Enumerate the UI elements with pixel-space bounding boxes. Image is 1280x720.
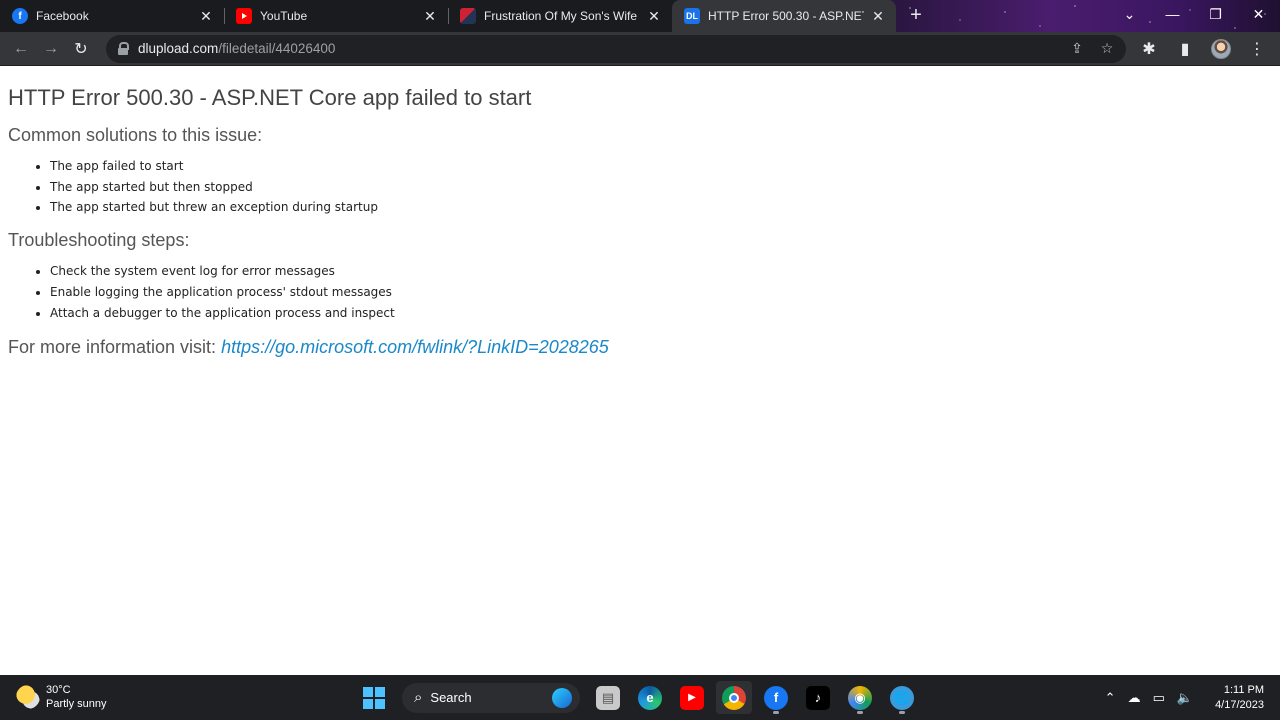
taskbar-search[interactable]: ⌕ Search <box>402 682 580 713</box>
chrome-icon <box>722 685 746 710</box>
close-icon[interactable]: ✕ <box>646 8 662 24</box>
tab-title: Facebook <box>36 9 89 23</box>
close-window-button[interactable]: ✕ <box>1237 0 1280 28</box>
tab-title: YouTube <box>260 9 308 23</box>
taskbar-apps: ⌕ Search ▤ e ▶ f ♪ ◉ 🌐 <box>356 681 920 714</box>
search-icon: ⌕ <box>414 689 423 706</box>
clock[interactable]: 1:11 PM 4/17/2023 <box>1215 683 1264 713</box>
close-icon[interactable]: ✕ <box>870 8 886 24</box>
menu-kebab-icon[interactable]: ⋮ <box>1242 34 1272 64</box>
list-item: Attach a debugger to the application pro… <box>50 303 1272 324</box>
network-icon[interactable]: ▭ <box>1153 690 1165 706</box>
common-solutions-list: The app failed to start The app started … <box>50 156 1272 218</box>
troubleshooting-list: Check the system event log for error mes… <box>50 261 1272 323</box>
weather-temp: 30°C <box>46 684 71 696</box>
url-path: /filedetail/44026400 <box>218 41 336 56</box>
youtube-app-button[interactable]: ▶ <box>674 681 710 714</box>
tiktok-icon: ♪ <box>806 685 830 710</box>
dl-icon: DL <box>684 8 700 24</box>
edge-button[interactable]: e <box>632 681 668 714</box>
edge-icon: e <box>638 685 662 710</box>
minimize-button[interactable]: — <box>1151 0 1194 28</box>
clock-time: 1:11 PM <box>1223 683 1264 696</box>
troubleshooting-heading: Troubleshooting steps: <box>8 230 190 251</box>
list-item: The app failed to start <box>50 156 1272 177</box>
windows-icon <box>363 686 385 709</box>
profile-avatar[interactable] <box>1206 34 1236 64</box>
facebook-icon: f <box>12 8 28 24</box>
list-item: The app started but then stopped <box>50 177 1272 198</box>
more-info: For more information visit: https://go.m… <box>8 337 1272 358</box>
list-item: The app started but threw an exception d… <box>50 197 1272 218</box>
tab-frustration[interactable]: Frustration Of My Son's Wife (Eng ✕ <box>448 0 672 32</box>
facebook-app-button[interactable]: f <box>758 681 794 714</box>
weather-desc: Partly sunny <box>46 698 107 710</box>
tab-title: Frustration Of My Son's Wife (Eng <box>484 9 640 23</box>
bookmark-star-icon[interactable]: ☆ <box>1096 38 1118 60</box>
tab-search-icon[interactable]: ⌄ <box>1108 0 1151 28</box>
volume-icon[interactable]: 🔈 <box>1177 690 1193 706</box>
shield-icon <box>460 8 476 24</box>
close-icon[interactable]: ✕ <box>198 8 214 24</box>
file-explorer-button[interactable]: ▤ <box>590 681 626 714</box>
avatar <box>1211 38 1231 59</box>
window-controls: ⌄ — ❐ ✕ <box>1108 0 1280 32</box>
common-solutions-heading: Common solutions to this issue: <box>8 125 263 145</box>
youtube-icon <box>236 8 252 24</box>
globe-app-icon: ◉ <box>848 685 872 710</box>
partly-sunny-icon <box>16 685 40 709</box>
network-app-button[interactable]: 🌐 <box>884 681 920 714</box>
tab-youtube[interactable]: YouTube ✕ <box>224 0 448 32</box>
chrome-button[interactable] <box>716 681 752 714</box>
browser-toolbar: ← → ↻ dlupload.com/filedetail/44026400 ⇪… <box>0 32 1280 66</box>
system-tray: ⌃ ☁ ▭ 🔈 1:11 PM 4/17/2023 <box>1105 675 1264 720</box>
onedrive-cloud-icon[interactable]: ☁ <box>1128 690 1141 706</box>
tab-strip: f Facebook ✕ YouTube ✕ Frustration Of My… <box>0 0 1280 32</box>
close-icon[interactable]: ✕ <box>422 8 438 24</box>
tab-facebook[interactable]: f Facebook ✕ <box>0 0 224 32</box>
more-info-link[interactable]: https://go.microsoft.com/fwlink/?LinkID=… <box>221 337 609 357</box>
search-label: Search <box>430 690 472 705</box>
tab-title: HTTP Error 500.30 - ASP.NET Core <box>708 9 864 23</box>
bing-icon[interactable] <box>552 687 572 708</box>
page-title: HTTP Error 500.30 - ASP.NET Core app fai… <box>8 85 532 110</box>
weather-widget[interactable]: 30°C Partly sunny <box>16 683 107 711</box>
side-panel-icon[interactable]: ▮ <box>1170 34 1200 64</box>
reload-button[interactable]: ↻ <box>66 34 96 64</box>
facebook-icon: f <box>764 685 788 710</box>
tiktok-button[interactable]: ♪ <box>800 681 836 714</box>
globe-icon: 🌐 <box>890 685 914 710</box>
list-item: Enable logging the application process' … <box>50 282 1272 303</box>
clock-date: 4/17/2023 <box>1215 698 1264 711</box>
start-button[interactable] <box>356 681 392 714</box>
list-item: Check the system event log for error mes… <box>50 261 1272 282</box>
file-explorer-icon: ▤ <box>596 685 620 710</box>
taskbar: 30°C Partly sunny ⌕ Search ▤ e ▶ f ♪ ◉ 🌐… <box>0 675 1280 720</box>
chevron-up-icon[interactable]: ⌃ <box>1105 690 1116 706</box>
forward-button[interactable]: → <box>36 34 66 64</box>
extensions-icon[interactable]: ✱ <box>1134 34 1164 64</box>
web-page: HTTP Error 500.30 - ASP.NET Core app fai… <box>0 67 1280 675</box>
lock-icon[interactable] <box>116 41 130 56</box>
share-icon[interactable]: ⇪ <box>1066 38 1088 60</box>
restore-button[interactable]: ❐ <box>1194 0 1237 28</box>
more-info-label: For more information visit: <box>8 337 217 358</box>
youtube-icon: ▶ <box>680 685 704 710</box>
back-button[interactable]: ← <box>6 34 36 64</box>
address-bar[interactable]: dlupload.com/filedetail/44026400 ⇪ ☆ <box>106 34 1126 63</box>
tab-http-error[interactable]: DL HTTP Error 500.30 - ASP.NET Core ✕ <box>672 0 896 32</box>
new-tab-button[interactable]: + <box>902 1 930 29</box>
url-host: dlupload.com <box>138 41 219 56</box>
chrome-canary-button[interactable]: ◉ <box>842 681 878 714</box>
